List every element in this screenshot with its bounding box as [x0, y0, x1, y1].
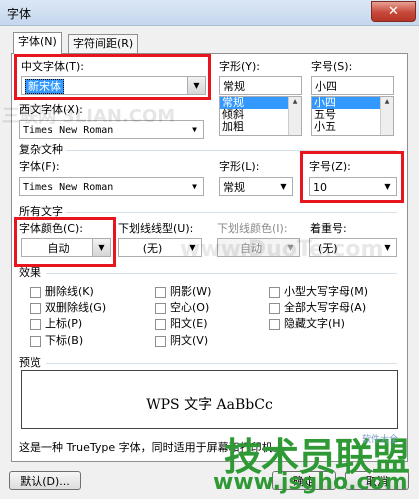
default-button[interactable]: 默认(D)... — [9, 471, 81, 490]
chevron-down-icon[interactable]: ▼ — [187, 77, 205, 94]
font-color-value: 自动 — [47, 242, 70, 255]
underline-color-label: 下划线颜色(I): — [217, 222, 288, 235]
divider — [46, 273, 397, 274]
engrave-checkbox[interactable] — [155, 336, 166, 347]
complex-style-select[interactable]: 常规 ▼ — [219, 177, 293, 196]
close-button[interactable]: ✕ — [371, 1, 416, 22]
complex-section-title: 复杂文种 — [19, 143, 63, 156]
font-style-input[interactable]: 常规 — [219, 76, 302, 95]
scrollbar[interactable]: ▲ — [288, 97, 301, 135]
font-size-label: 字号(S): — [311, 60, 353, 73]
hidden-text-label: 隐藏文字(H) — [284, 317, 345, 330]
strikethrough-checkbox[interactable] — [30, 287, 41, 298]
underline-type-label: 下划线线型(U): — [118, 222, 194, 235]
tab-character-spacing[interactable]: 字符间距(R) — [68, 34, 139, 53]
font-style-list[interactable]: 常规 倾斜 加粗 ▲ — [219, 96, 302, 136]
effects-section-title: 效果 — [19, 266, 41, 279]
chevron-down-icon[interactable]: ▼ — [186, 121, 203, 138]
chevron-down-icon[interactable]: ▼ — [275, 178, 292, 195]
preview-box: WPS 文字 AaBbCc — [21, 370, 398, 429]
outline-label: 空心(O) — [170, 301, 210, 314]
tab-font[interactable]: 字体(N) — [13, 32, 62, 54]
preview-section-title: 预览 — [19, 356, 41, 369]
watermark-3lian: 三联网 3LIAN.COM — [2, 106, 176, 127]
complex-size-label: 字号(Z): — [309, 160, 351, 173]
emboss-checkbox[interactable] — [155, 319, 166, 330]
complex-style-label: 字形(L): — [219, 160, 260, 173]
watermark-software: 软件大全 — [362, 435, 399, 445]
superscript-checkbox[interactable] — [30, 319, 41, 330]
font-color-select[interactable]: 自动 ▼ — [21, 238, 111, 257]
shadow-checkbox[interactable] — [155, 287, 166, 298]
small-caps-label: 小型大写字母(M) — [284, 285, 369, 298]
watermark-jsgho-url: www.jsgho.com — [213, 470, 408, 495]
watermark-duote: www.DuoTe.com — [180, 237, 384, 262]
chinese-font-value: 新宋体 — [25, 79, 64, 94]
outline-checkbox[interactable] — [155, 303, 166, 314]
chevron-down-icon[interactable]: ▼ — [92, 239, 110, 256]
chinese-font-select[interactable]: 新宋体 ▼ — [21, 76, 206, 95]
small-caps-checkbox[interactable] — [269, 287, 280, 298]
complex-font-label: 字体(F): — [19, 160, 60, 173]
emboss-label: 阳文(E) — [170, 317, 208, 330]
emphasis-label: 着重号: — [310, 222, 347, 235]
subscript-checkbox[interactable] — [30, 336, 41, 347]
scrollbar[interactable]: ▲ — [380, 97, 393, 135]
chevron-down-icon[interactable]: ▼ — [379, 178, 396, 195]
font-size-list[interactable]: 小四 五号 小五 ▲ — [311, 96, 394, 136]
chinese-font-label: 中文字体(T): — [21, 60, 85, 73]
engrave-label: 阴文(V) — [170, 334, 209, 347]
chevron-down-icon[interactable]: ▼ — [186, 178, 203, 195]
complex-style-value: 常规 — [223, 181, 245, 194]
font-size-input[interactable]: 小四 — [311, 76, 394, 95]
complex-font-select[interactable]: Times New Roman ▼ — [19, 177, 204, 196]
hidden-text-checkbox[interactable] — [269, 319, 280, 330]
subscript-label: 下标(B) — [45, 334, 84, 347]
strikethrough-label: 删除线(K) — [45, 285, 94, 298]
all-caps-checkbox[interactable] — [269, 303, 280, 314]
preview-sample-text: WPS 文字 AaBbCc — [146, 397, 273, 413]
title-bar — [0, 0, 419, 26]
all-caps-label: 全部大写字母(A) — [284, 301, 367, 314]
double-strikethrough-checkbox[interactable] — [30, 303, 41, 314]
divider — [46, 363, 397, 364]
font-color-label: 字体颜色(C): — [19, 222, 83, 235]
double-strikethrough-label: 双删除线(G) — [45, 301, 107, 314]
complex-font-value: Times New Roman — [23, 182, 114, 193]
complex-size-value: 10 — [313, 181, 327, 194]
shadow-label: 阴影(W) — [170, 285, 212, 298]
superscript-label: 上标(P) — [45, 317, 83, 330]
complex-size-select[interactable]: 10 ▼ — [309, 177, 397, 196]
underline-type-value: (无) — [142, 242, 163, 255]
divider — [66, 212, 397, 213]
font-style-label: 字形(Y): — [219, 60, 261, 73]
window-title: 字体 — [7, 7, 32, 21]
